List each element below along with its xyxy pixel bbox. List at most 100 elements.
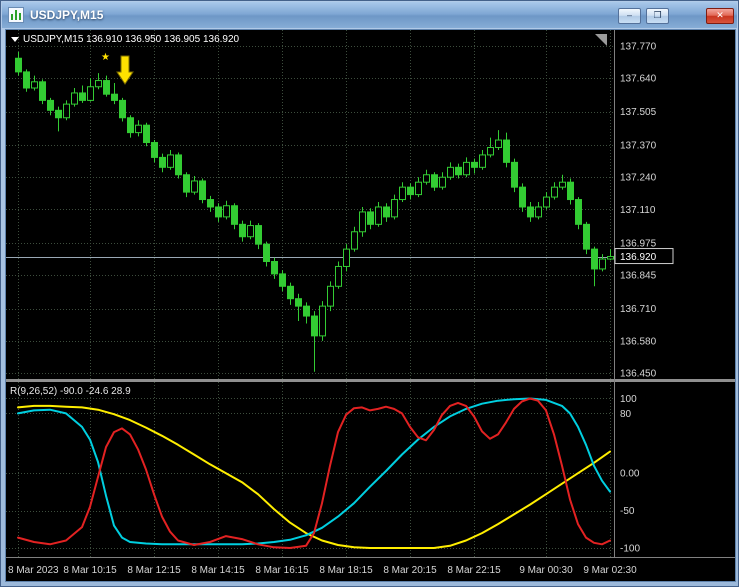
price-axis-label: 137.770 xyxy=(620,41,657,52)
candle-body xyxy=(167,154,174,168)
candle-body xyxy=(303,305,310,317)
candle-body xyxy=(231,205,238,225)
candle-body xyxy=(135,124,142,134)
price-axis: 137.770 137.640 137.505 137.370 137.240 137.1… xyxy=(614,41,674,555)
candle-body xyxy=(599,258,606,270)
price-axis-label: 136.710 xyxy=(620,304,657,315)
candle-body xyxy=(199,180,206,201)
candle-body xyxy=(215,206,222,218)
candle-body xyxy=(471,161,478,168)
candle-body xyxy=(367,211,374,225)
chart-canvas[interactable]: 137.770 137.640 137.505 137.370 137.240 137.1… xyxy=(6,30,735,581)
candle-body xyxy=(23,71,30,89)
candle-body xyxy=(255,225,262,245)
indicator-axis-label: 80 xyxy=(620,409,632,420)
titlebar[interactable]: USDJPY,M15 – ❐ ✕ xyxy=(2,2,737,28)
candle-body xyxy=(263,243,270,263)
price-axis-label: 137.110 xyxy=(620,205,656,216)
time-axis-label: 8 Mar 18:15 xyxy=(319,565,373,576)
candle-body xyxy=(271,261,278,275)
candle-body xyxy=(399,186,406,201)
candle-body xyxy=(39,81,46,101)
candle-body xyxy=(431,174,438,188)
price-axis-label: 137.640 xyxy=(620,74,657,85)
candle-body xyxy=(607,256,614,260)
candle-body xyxy=(487,146,494,156)
indicator-info: R(9,26,52) -90.0 -24.6 28.9 xyxy=(10,386,131,397)
candle-body xyxy=(175,154,182,176)
candle-body xyxy=(359,211,366,233)
candle-body xyxy=(535,206,542,218)
candle-body xyxy=(583,223,590,250)
candle-body xyxy=(311,315,318,337)
window-title: USDJPY,M15 xyxy=(30,8,104,22)
bid-price-label-text: 136.920 xyxy=(620,252,657,263)
candle-body xyxy=(287,285,294,300)
candle-body xyxy=(31,81,38,89)
indicator-axis-label: -50 xyxy=(620,506,635,517)
indicator-lines xyxy=(17,397,611,549)
price-axis-label: 136.580 xyxy=(620,336,657,347)
candle-body xyxy=(319,305,326,337)
app-icon xyxy=(8,7,24,23)
price-axis-label: 136.450 xyxy=(620,369,657,380)
candle-body xyxy=(383,206,390,218)
candle-body xyxy=(391,199,398,218)
chart-window: USDJPY,M15 – ❐ ✕ 137.770 137.640 137.505 13… xyxy=(0,0,739,587)
candle-body xyxy=(95,80,102,88)
candle-body xyxy=(447,166,454,178)
candle-body xyxy=(495,139,502,148)
candle-body xyxy=(327,285,334,307)
candle-body xyxy=(207,199,214,208)
price-axis-label: 137.505 xyxy=(620,107,657,118)
close-icon: ✕ xyxy=(716,10,724,20)
chart-shift-icon[interactable] xyxy=(595,34,607,46)
candle-body xyxy=(191,180,198,193)
sell-arrow-icon xyxy=(116,55,134,85)
candle-body xyxy=(279,273,286,287)
candle-body xyxy=(143,124,150,144)
candle-body xyxy=(111,93,118,101)
candle-body xyxy=(503,139,510,163)
maximize-button[interactable]: ❐ xyxy=(646,8,669,24)
candle-body xyxy=(63,103,70,119)
candle-body xyxy=(439,176,446,188)
candle-body xyxy=(295,298,302,307)
candle-body xyxy=(463,161,470,176)
candle-body xyxy=(479,154,486,168)
symbol-dropdown-icon[interactable] xyxy=(11,37,19,42)
minimize-icon: – xyxy=(626,10,632,20)
ohlc-info: USDJPY,M15 136.910 136.950 136.905 136.9… xyxy=(23,34,240,45)
candle-body xyxy=(15,57,22,73)
indicator-axis-label: 100 xyxy=(620,394,637,405)
candle-body xyxy=(375,206,382,225)
candle-body xyxy=(71,92,78,105)
candle-body xyxy=(119,99,126,119)
candle-body xyxy=(351,231,358,250)
candle-body xyxy=(183,174,190,193)
time-axis-label: 8 Mar 20:15 xyxy=(383,565,437,576)
indicator-line-red xyxy=(17,397,611,549)
price-axis-label: 137.370 xyxy=(620,141,657,152)
candle-body xyxy=(79,92,86,101)
time-axis-label: 8 Mar 12:15 xyxy=(127,565,181,576)
candle-body xyxy=(343,248,350,267)
close-button[interactable]: ✕ xyxy=(706,8,734,24)
time-axis: 8 Mar 2023 8 Mar 10:15 8 Mar 12:15 8 Mar 14… xyxy=(8,565,637,576)
price-axis-label: 136.975 xyxy=(620,238,657,249)
candle-body xyxy=(103,80,110,95)
time-axis-label: 9 Mar 02:30 xyxy=(583,565,637,576)
indicator-line-yellow xyxy=(17,404,611,549)
candle-body xyxy=(247,225,254,238)
time-axis-label: 9 Mar 00:30 xyxy=(519,565,573,576)
maximize-icon: ❐ xyxy=(653,10,662,20)
candle-body xyxy=(567,181,574,201)
indicator-axis-label: -100 xyxy=(620,544,640,555)
candle-body xyxy=(519,186,526,208)
candle-body xyxy=(527,206,534,218)
minimize-button[interactable]: – xyxy=(618,8,641,24)
indicator-line-cyan xyxy=(17,397,611,546)
star-marker-icon: ★ xyxy=(101,52,110,63)
candle-body xyxy=(511,161,518,188)
time-axis-label: 8 Mar 2023 xyxy=(8,565,59,576)
